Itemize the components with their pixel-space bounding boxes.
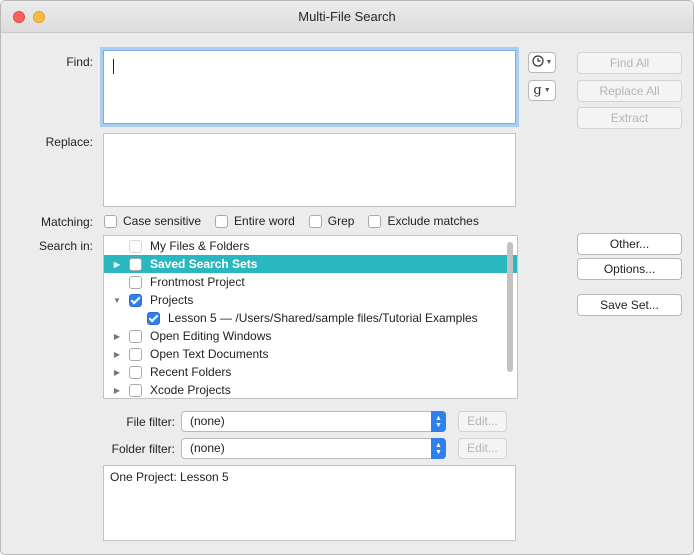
source-checkbox[interactable] [129,275,142,289]
list-scrollbar[interactable] [507,242,513,372]
clock-icon [531,55,544,70]
replace-field[interactable] [103,133,516,207]
list-item[interactable]: ▶ Open Text Documents [104,345,517,363]
disclosure-triangle-icon[interactable]: ▶ [112,260,122,269]
grep-pattern-popup[interactable]: g ▼ [528,80,556,101]
folder-filter-label: Folder filter: [111,442,175,456]
source-label: Open Text Documents [150,347,269,361]
source-label: Recent Folders [150,365,232,379]
source-checkbox[interactable] [147,311,160,325]
find-field[interactable] [103,50,516,124]
source-checkbox[interactable] [129,383,142,397]
text-caret [113,59,114,74]
file-filter-edit-button[interactable]: Edit... [458,411,507,432]
multi-file-search-window: Multi-File Search Find: ▼ g ▼ Find All R… [0,0,694,555]
list-item[interactable]: ▶ Saved Search Sets [104,255,517,273]
disclosure-triangle-icon[interactable]: ▶ [112,350,122,359]
grep-pattern-label: g [533,83,542,98]
window-title: Multi-File Search [298,9,396,24]
entire-word-label[interactable]: Entire word [234,214,295,228]
source-label: My Files & Folders [150,239,250,253]
other-button[interactable]: Other... [577,233,682,255]
disclosure-triangle-icon[interactable]: ▶ [112,368,122,377]
find-label: Find: [66,55,93,69]
grep-label[interactable]: Grep [328,214,355,228]
chevron-down-icon: ▼ [545,59,553,66]
source-label: Open Editing Windows [150,329,272,343]
file-filter-select[interactable]: (none) ▲ ▼ [181,411,446,432]
case-sensitive-label[interactable]: Case sensitive [123,214,201,228]
source-label: Frontmost Project [150,275,245,289]
list-item[interactable]: Frontmost Project [104,273,517,291]
source-label: Lesson 5 — /Users/Shared/sample files/Tu… [168,311,478,325]
exclude-matches-checkbox[interactable] [368,214,382,228]
matching-label: Matching: [40,215,93,229]
entire-word-checkbox[interactable] [215,214,229,228]
case-sensitive-checkbox[interactable] [104,214,117,228]
folder-filter-value: (none) [190,441,225,455]
source-checkbox[interactable] [129,365,142,379]
source-checkbox[interactable] [129,347,142,361]
source-label: Saved Search Sets [150,257,258,271]
disclosure-triangle-icon[interactable]: ▼ [112,296,122,305]
folder-filter-select[interactable]: (none) ▲ ▼ [181,438,446,459]
search-in-label: Search in: [38,239,93,253]
title-bar[interactable]: Multi-File Search [1,1,693,33]
file-filter-value: (none) [190,414,225,428]
save-set-button[interactable]: Save Set... [577,294,682,316]
list-item[interactable]: ▶ Xcode Projects [104,381,517,398]
list-item[interactable]: ▶ Recent Folders [104,363,517,381]
list-item[interactable]: Lesson 5 — /Users/Shared/sample files/Tu… [104,309,517,327]
search-summary: One Project: Lesson 5 [103,465,516,541]
source-label: Projects [150,293,194,307]
source-checkbox[interactable] [129,257,142,271]
search-sources-list[interactable]: My Files & Folders ▶ Saved Search Sets F… [103,235,518,399]
exclude-matches-label[interactable]: Exclude matches [387,214,478,228]
source-checkbox[interactable] [129,329,142,343]
list-item[interactable]: ▼ Projects [104,291,517,309]
list-item[interactable]: My Files & Folders [104,237,517,255]
matching-options: Case sensitive Entire word Grep Exclude … [104,214,487,228]
options-button[interactable]: Options... [577,258,682,280]
replace-label: Replace: [45,135,93,149]
source-label: Xcode Projects [150,383,231,397]
grep-checkbox[interactable] [308,214,322,228]
extract-button[interactable]: Extract [577,107,682,129]
file-filter-label: File filter: [126,415,175,429]
folder-filter-edit-button[interactable]: Edit... [458,438,507,459]
up-down-arrows-icon: ▲ ▼ [431,438,446,459]
source-checkbox[interactable] [129,293,142,307]
search-history-popup[interactable]: ▼ [528,52,556,73]
replace-all-button[interactable]: Replace All [577,80,682,102]
find-all-button[interactable]: Find All [577,52,682,74]
up-down-arrows-icon: ▲ ▼ [431,411,446,432]
disclosure-triangle-icon[interactable]: ▶ [112,332,122,341]
disclosure-triangle-icon[interactable]: ▶ [112,386,122,395]
list-item[interactable]: ▶ Open Editing Windows [104,327,517,345]
chevron-down-icon: ▼ [543,87,551,94]
source-checkbox[interactable] [129,239,142,253]
